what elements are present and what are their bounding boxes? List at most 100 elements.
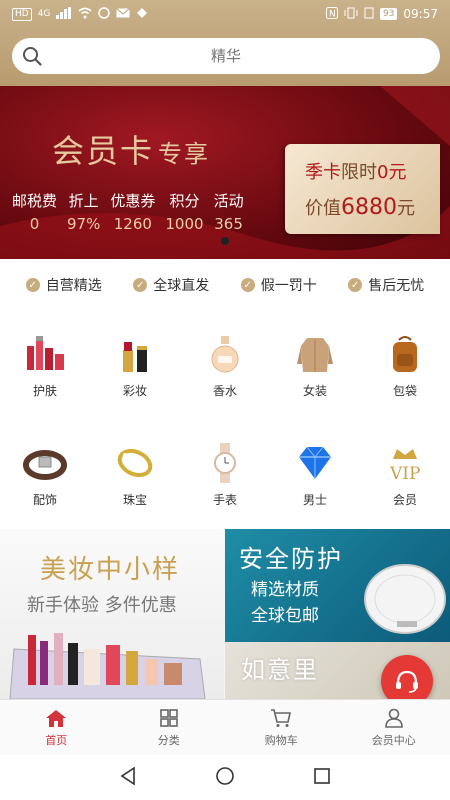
search-bar[interactable] — [12, 38, 440, 74]
check-icon: ✓ — [240, 278, 255, 292]
cosmetics-bag-image — [9, 633, 206, 699]
category-label: 彩妆 — [122, 384, 147, 398]
card-worth-value: 6880 — [341, 195, 397, 220]
promo-line: 精选材质 — [251, 580, 319, 600]
back-icon[interactable] — [118, 766, 138, 790]
stat-events: 活动 365 — [214, 190, 244, 233]
guarantee-item: ✓ 全球直发 — [133, 275, 209, 295]
app-notification-icon — [98, 6, 111, 22]
promo-lines: 精选材质 全球包邮 — [251, 577, 319, 629]
tab-cart[interactable]: 购物车 — [225, 700, 338, 755]
stat-label: 优惠券 — [110, 192, 156, 210]
lipstick-icon — [113, 332, 157, 376]
promo-safety-protection[interactable]: 安全防护 精选材质 全球包邮 — [225, 529, 450, 642]
recents-icon[interactable] — [312, 766, 332, 790]
clock: 09:57 — [403, 7, 438, 21]
guarantee-label: 自营精选 — [45, 278, 102, 294]
bracelet-icon — [113, 441, 157, 485]
category-grid-icon — [159, 708, 178, 727]
category-label: 会员 — [392, 493, 417, 507]
category-perfume[interactable]: 香水 — [180, 311, 270, 420]
belt-icon — [23, 441, 67, 485]
tab-member-center[interactable]: 会员中心 — [338, 700, 450, 755]
tab-label: 会员中心 — [371, 733, 416, 747]
category-accessories[interactable]: 配饰 — [0, 420, 90, 529]
tab-label: 购物车 — [264, 733, 298, 747]
promo-makeup-samples[interactable]: 美妆中小样 新手体验 多件优惠 — [0, 529, 224, 699]
banner-title-suffix: 专享 — [158, 140, 211, 168]
category-label: 女装 — [302, 384, 327, 398]
stat-value: 1260 — [113, 215, 152, 233]
category-vip[interactable]: VIP 会员 — [360, 420, 450, 529]
svg-text:N: N — [329, 9, 336, 19]
network-type: 4G — [37, 9, 51, 19]
stat-value: 1000 — [165, 215, 204, 233]
stat-label: 积分 — [169, 192, 200, 210]
stat-label: 折上 — [68, 192, 99, 210]
coat-icon — [293, 332, 337, 376]
promo-title: 如意里 — [241, 656, 319, 684]
backpack-icon — [383, 332, 427, 376]
category-jewelry[interactable]: 珠宝 — [90, 420, 180, 529]
home-circle-icon[interactable] — [215, 766, 235, 790]
nfc-icon: N — [325, 6, 338, 22]
search-input[interactable] — [52, 47, 400, 65]
bottom-tab-bar: 首页 分类 购物车 会员中心 — [0, 699, 450, 755]
card-offer-line1: 季卡限时0元 — [305, 158, 440, 184]
guarantee-item: ✓ 自营精选 — [25, 275, 102, 295]
tab-category[interactable]: 分类 — [113, 700, 226, 755]
guarantee-label: 假一罚十 — [260, 278, 317, 294]
tab-home[interactable]: 首页 — [0, 700, 113, 755]
category-label: 护肤 — [32, 384, 57, 398]
card-price: 0元 — [377, 162, 407, 183]
wifi-icon — [78, 7, 92, 22]
stat-value: 365 — [214, 215, 243, 233]
season-card-offer[interactable]: 季卡限时0元 价值6880元 — [285, 144, 440, 234]
stat-label: 活动 — [213, 192, 244, 210]
vip-crown-icon: VIP — [383, 441, 427, 485]
category-men[interactable]: 男士 — [270, 420, 360, 529]
stat-points: 积分 1000 — [165, 190, 203, 233]
banner-title-main: 会员卡 — [52, 132, 155, 170]
category-womenswear[interactable]: 女装 — [270, 311, 360, 420]
category-grid: 护肤 彩妆 香水 女装 包袋 配饰 珠宝 手表 男士 VIP 会员 — [0, 311, 450, 529]
benefit-stats: 邮税费 0 折上 97% 优惠券 1260 积分 1000 活动 365 — [12, 190, 244, 233]
svg-text:VIP: VIP — [389, 464, 420, 483]
category-label: 男士 — [302, 493, 327, 507]
category-skincare[interactable]: 护肤 — [0, 311, 90, 420]
card-limited: 限时 — [341, 162, 377, 183]
category-watches[interactable]: 手表 — [180, 420, 270, 529]
banner-title: 会员卡 专享 — [52, 126, 210, 172]
promo-title: 安全防护 — [239, 545, 343, 573]
promo-title: 美妆中小样 — [40, 555, 181, 585]
category-label: 手表 — [212, 493, 237, 507]
search-icon[interactable] — [12, 46, 52, 66]
category-makeup[interactable]: 彩妆 — [90, 311, 180, 420]
guarantee-label: 售后无忧 — [368, 278, 425, 294]
category-label: 配饰 — [32, 493, 57, 507]
mail-icon — [116, 7, 131, 21]
guarantee-item: ✓ 假一罚十 — [240, 275, 317, 295]
card-worth-unit: 元 — [397, 198, 415, 219]
category-bags[interactable]: 包袋 — [360, 311, 450, 420]
hd-badge: HD — [12, 7, 32, 21]
card-type: 季卡 — [305, 162, 341, 183]
vibrate-icon — [344, 7, 358, 22]
promo-line: 全球包邮 — [251, 606, 319, 626]
home-icon — [46, 709, 67, 727]
signal-icon — [56, 6, 72, 22]
stat-postage: 邮税费 0 — [12, 190, 57, 233]
stat-value: 0 — [29, 215, 40, 233]
cart-icon — [271, 708, 292, 727]
watch-icon — [203, 441, 247, 485]
promo-subtitle: 新手体验 多件优惠 — [27, 595, 177, 616]
stat-value: 97% — [67, 215, 101, 233]
perfume-icon — [203, 332, 247, 376]
carousel-indicator[interactable] — [221, 237, 229, 245]
face-mask-image — [364, 564, 446, 634]
status-bar: HD 4G N 93 09:57 — [0, 0, 450, 28]
category-label: 珠宝 — [122, 493, 147, 507]
tab-label: 首页 — [45, 733, 68, 747]
membership-banner[interactable]: 会员卡 专享 邮税费 0 折上 97% 优惠券 1260 积分 1000 活动 3… — [0, 86, 450, 259]
stat-discount: 折上 97% — [67, 190, 100, 233]
